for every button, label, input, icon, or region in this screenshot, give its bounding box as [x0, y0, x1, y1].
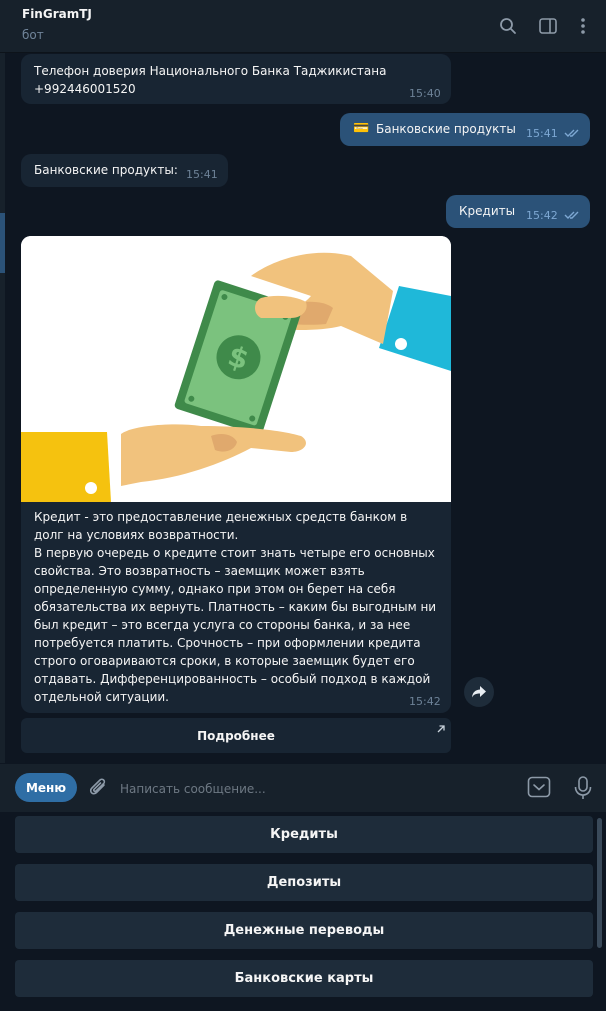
keyboard-button-credits[interactable]: Кредиты	[15, 816, 593, 853]
message-text: Банковские продукты	[376, 122, 516, 136]
message-time: 15:41	[186, 168, 218, 181]
outgoing-message[interactable]: Кредиты 15:42	[446, 195, 590, 228]
message-caption: Кредит - это предоставление денежных сре…	[34, 508, 439, 706]
money-hands-illustration[interactable]: $	[21, 236, 451, 502]
message-composer: Меню	[0, 764, 606, 812]
outgoing-message[interactable]: 💳 Банковские продукты 15:41	[340, 113, 590, 146]
external-link-arrow-icon	[437, 722, 445, 736]
caption-paragraph: Кредит - это предоставление денежных сре…	[34, 510, 408, 542]
caption-paragraph: В первую очередь о кредите стоит знать ч…	[34, 546, 437, 704]
chat-subtitle: бот	[22, 28, 44, 42]
keyboard-button-transfers[interactable]: Денежные переводы	[15, 912, 593, 949]
microphone-icon[interactable]	[572, 775, 594, 805]
more-vertical-icon[interactable]	[573, 16, 593, 36]
chat-header: FinGramTJ бот	[0, 0, 606, 53]
bot-menu-button[interactable]: Меню	[15, 773, 77, 802]
keyboard-button-deposits[interactable]: Депозиты	[15, 864, 593, 901]
message-time: 15:42	[409, 695, 441, 708]
keyboard-scrollbar[interactable]	[597, 818, 602, 948]
message-text: +992446001520	[34, 82, 136, 96]
message-text: Банковские продукты:	[34, 163, 178, 177]
left-panel-edge	[0, 53, 5, 763]
chat-title[interactable]: FinGramTJ	[22, 7, 92, 21]
inline-button-label: Подробнее	[197, 728, 275, 743]
message-text: Кредиты	[459, 204, 516, 218]
sidebar-toggle-icon[interactable]	[538, 16, 558, 36]
double-check-icon	[564, 209, 582, 223]
paperclip-icon[interactable]	[88, 777, 110, 803]
message-time: 15:42	[526, 209, 558, 222]
keyboard-button-cards[interactable]: Банковские карты	[15, 960, 593, 997]
search-icon[interactable]	[498, 16, 518, 36]
credit-card-icon: 💳	[353, 121, 370, 136]
message-input[interactable]	[118, 776, 502, 802]
message-time: 15:40	[409, 87, 441, 100]
forward-icon[interactable]	[464, 677, 494, 707]
inline-button-more[interactable]: Подробнее	[21, 718, 451, 753]
message-time: 15:41	[526, 127, 558, 140]
photo-message[interactable]: $ Кредит - это предоставление денежных с…	[21, 236, 451, 713]
incoming-message[interactable]: Банковские продукты: 15:41	[21, 154, 228, 187]
incoming-message[interactable]: Телефон доверия Национального Банка Тадж…	[21, 54, 451, 104]
bot-keyboard-icon[interactable]	[527, 776, 551, 802]
bot-reply-keyboard: Кредиты Депозиты Денежные переводы Банко…	[0, 812, 606, 1011]
double-check-icon	[564, 127, 582, 141]
message-text: Телефон доверия Национального Банка Тадж…	[34, 64, 387, 78]
